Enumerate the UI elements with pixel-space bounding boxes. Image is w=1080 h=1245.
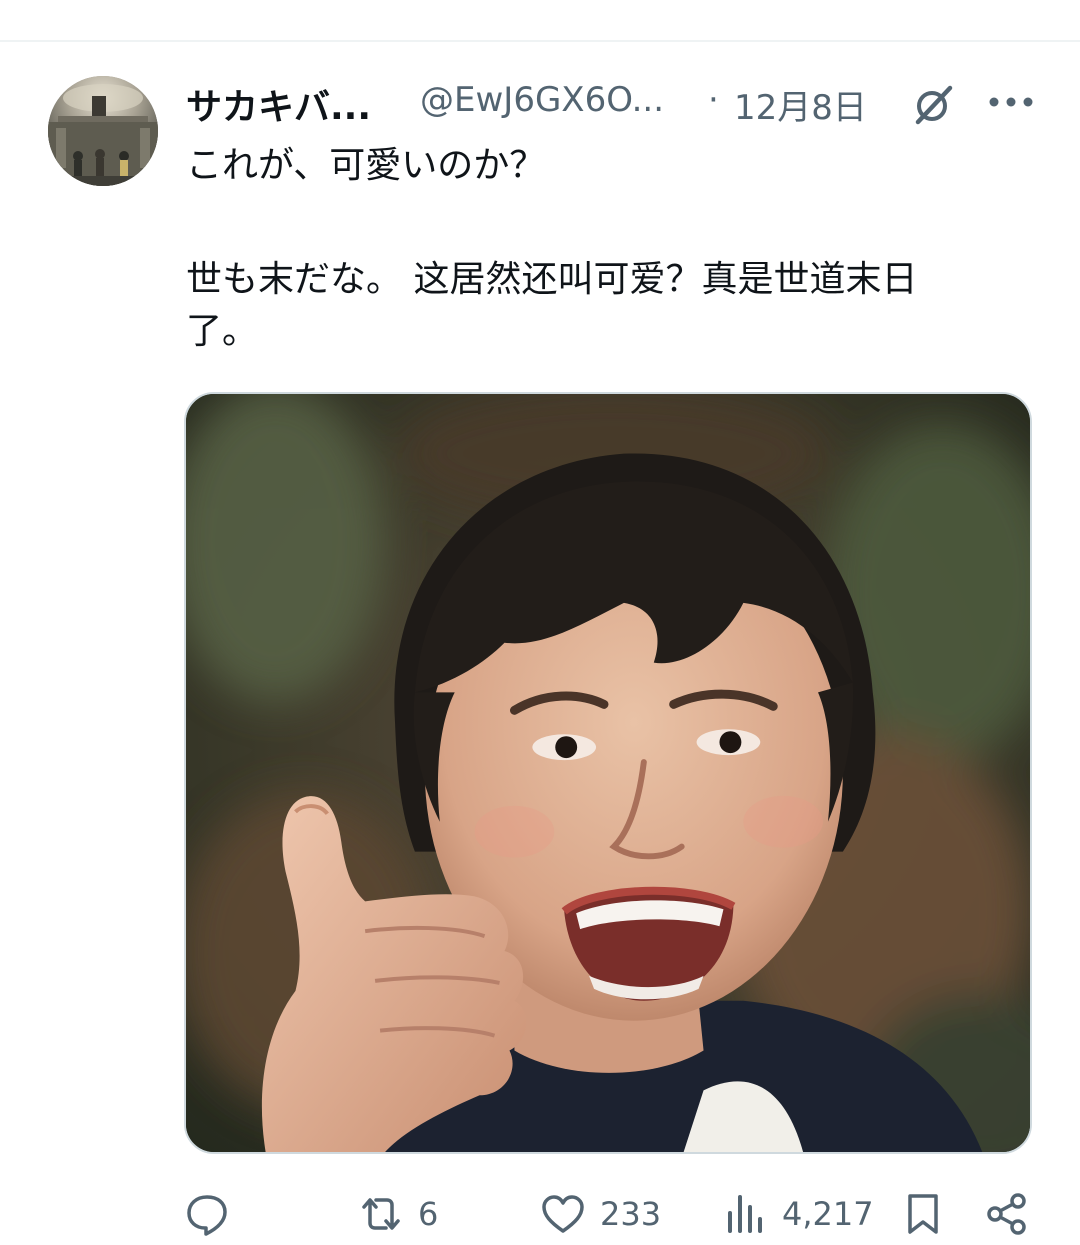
tweet-text: これが、可愛いのか？ 世も末だな。 这居然还叫可爱？真是世道末日 了。 (186, 140, 1036, 358)
separator-dot: · (708, 80, 719, 120)
tweet-text-line: これが、可愛いのか？ (186, 145, 546, 186)
more-dots-icon[interactable] (986, 92, 1036, 112)
retweet-button[interactable]: 6 (358, 1188, 438, 1240)
like-button[interactable]: 233 (540, 1188, 661, 1240)
retweet-icon (362, 1198, 400, 1230)
action-bar: 6 233 4,217 (184, 1188, 1044, 1240)
bookmark-button[interactable] (900, 1188, 946, 1240)
reply-button[interactable] (184, 1188, 244, 1240)
views-count: 4,217 (782, 1195, 874, 1233)
tweet-date[interactable]: 12月8日 (734, 80, 867, 129)
tweet-text-line: 了。 (186, 311, 259, 352)
tweet-text-line: 世も末だな。 这居然还叫可爱？真是世道末日 (186, 259, 918, 300)
tweet-photo[interactable] (184, 392, 1032, 1154)
tweet-header: サカキバ... @EwJ6GX6O... · 12月8日 (186, 78, 1046, 128)
share-icon (987, 1193, 1026, 1235)
avatar-image (48, 76, 158, 186)
retweet-count: 6 (418, 1195, 439, 1233)
top-divider (0, 40, 1080, 42)
views-bar-chart-icon (728, 1195, 762, 1233)
display-name[interactable]: サカキバ... (186, 78, 371, 130)
user-handle[interactable]: @EwJ6GX6O... (420, 80, 664, 120)
bookmark-icon (908, 1194, 938, 1234)
grok-icon[interactable] (912, 82, 956, 126)
like-count: 233 (600, 1195, 662, 1233)
reply-icon (187, 1195, 227, 1236)
share-button[interactable] (984, 1188, 1030, 1240)
avatar[interactable] (48, 76, 158, 186)
views-button[interactable]: 4,217 (722, 1188, 874, 1240)
heart-icon (542, 1195, 584, 1233)
photo-woman-thumbs-up (186, 394, 1030, 1152)
tweet-screen: サカキバ... @EwJ6GX6O... · 12月8日 これが、可愛いのか？ … (0, 0, 1080, 1245)
